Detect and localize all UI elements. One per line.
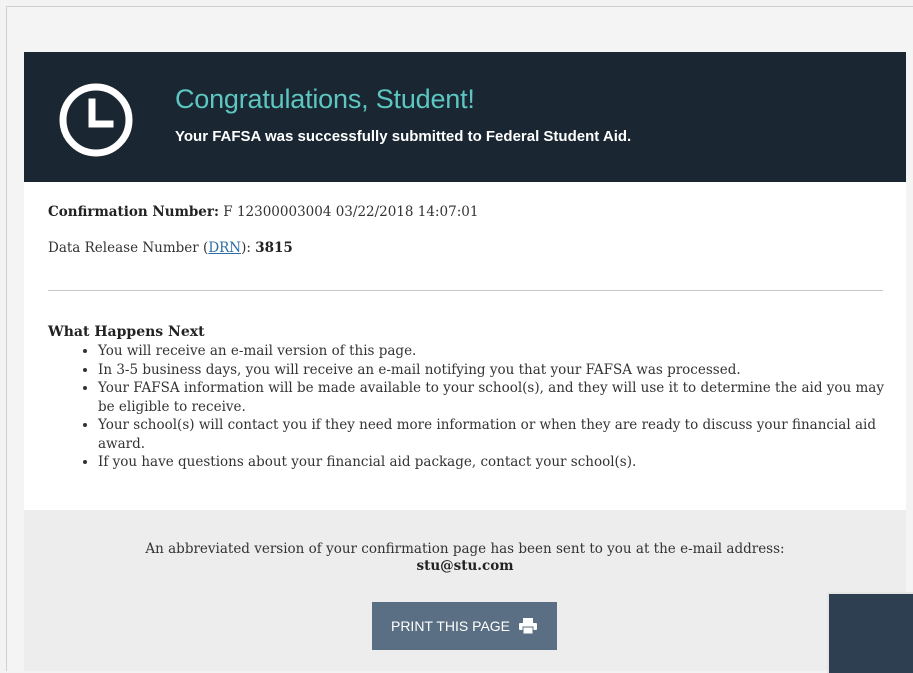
drn-label-prefix: Data Release Number (	[48, 240, 209, 256]
list-item: Your school(s) will contact you if they …	[98, 416, 888, 453]
data-release-number: Data Release Number (DRN): 3815	[48, 240, 293, 256]
side-panel-edge	[827, 592, 913, 673]
email-address: stu@stu.com	[416, 558, 514, 574]
confirmation-label: Confirmation Number:	[48, 204, 219, 220]
confirmation-card: Congratulations, Student! Your FAFSA was…	[24, 52, 906, 671]
drn-link[interactable]: DRN	[208, 240, 241, 256]
divider	[48, 290, 883, 291]
confirmation-number: Confirmation Number: F 12300003004 03/22…	[48, 204, 478, 220]
banner-title: Congratulations, Student!	[175, 84, 475, 114]
list-item: Your FAFSA information will be made avai…	[98, 379, 888, 416]
printer-icon	[519, 618, 538, 634]
clock-icon	[59, 83, 133, 157]
list-item: If you have questions about your financi…	[98, 453, 888, 472]
next-steps-list: You will receive an e-mail version of th…	[80, 342, 888, 472]
email-notice-text: An abbreviated version of your confirmat…	[145, 541, 785, 557]
email-notice-section: An abbreviated version of your confirmat…	[24, 510, 906, 671]
success-banner: Congratulations, Student! Your FAFSA was…	[24, 52, 906, 182]
banner-subtitle: Your FAFSA was successfully submitted to…	[175, 128, 632, 145]
drn-value: 3815	[255, 240, 293, 256]
print-button-label: PRINT THIS PAGE	[390, 618, 511, 634]
confirmation-value: F 12300003004 03/22/2018 14:07:01	[223, 204, 479, 220]
list-item: You will receive an e-mail version of th…	[98, 342, 888, 361]
next-heading: What Happens Next	[48, 324, 205, 340]
list-item: In 3-5 business days, you will receive a…	[98, 361, 888, 380]
print-button[interactable]: PRINT THIS PAGE	[372, 602, 557, 650]
drn-label-suffix: ):	[241, 240, 251, 256]
